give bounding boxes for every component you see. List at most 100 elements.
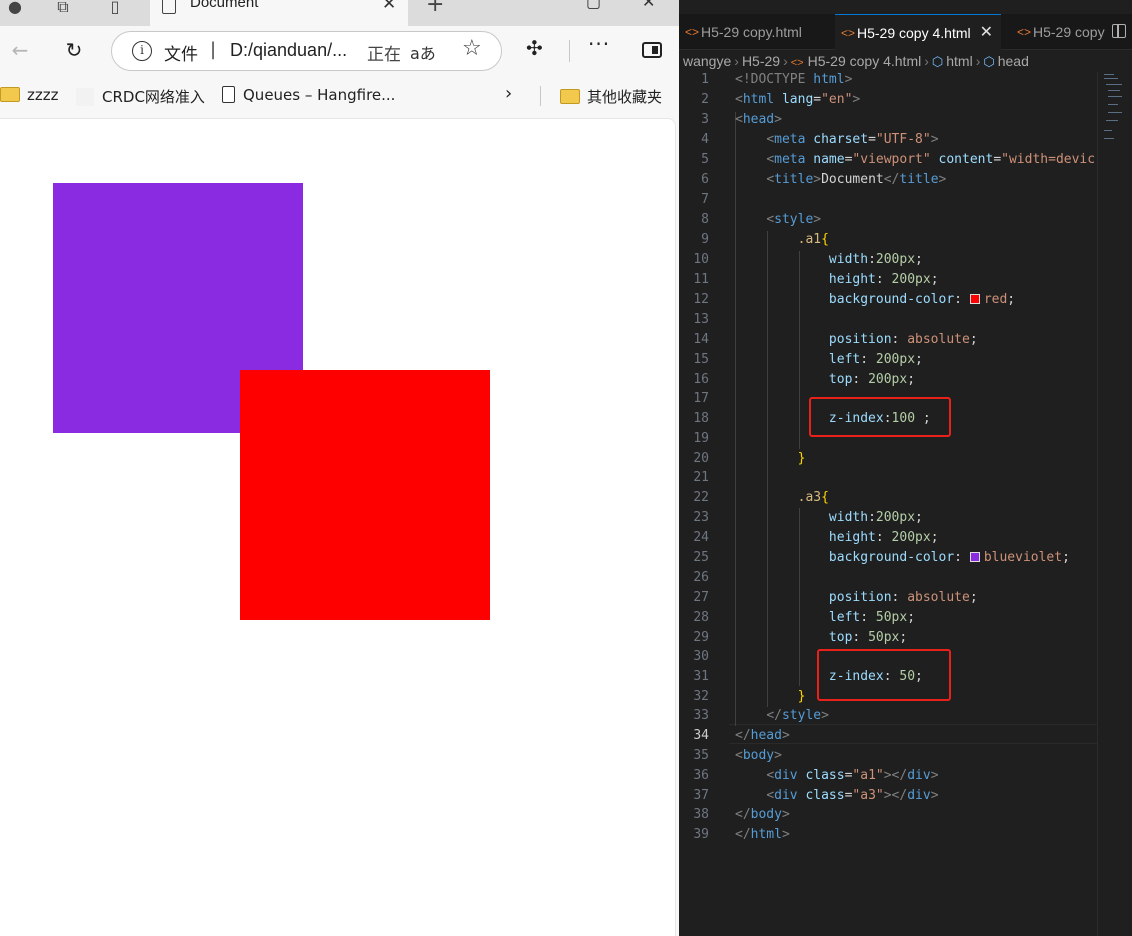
html-file-icon: <> (841, 26, 856, 40)
line-number: 7 (701, 192, 709, 207)
token: div (774, 768, 798, 783)
back-icon[interactable]: ← (6, 36, 34, 64)
read-aloud-icon[interactable]: aあ (410, 40, 436, 64)
token: absolute (907, 332, 970, 347)
favorite-item-zzzz[interactable]: zzzz (0, 86, 59, 106)
code-line-39: </html> (735, 827, 790, 842)
minimap-line (1104, 138, 1114, 139)
token: 50px (875, 610, 908, 625)
token: html (813, 72, 845, 87)
element-icon: ⬡ (931, 54, 944, 69)
html-file-icon: <> (790, 57, 804, 69)
split-editor-icon[interactable] (1112, 24, 1126, 38)
token: "en" (821, 92, 853, 107)
line-number: 29 (693, 630, 709, 645)
breadcrumb-item[interactable]: wangye (683, 53, 731, 69)
code-line-20: } (735, 451, 806, 466)
browser-window: ● ⧉ ▯ Document ✕ + ▢ ✕ ← ↻ i 文件 | D:/qia… (0, 0, 679, 936)
breadcrumb-item[interactable]: H5-29 copy 4.html (808, 53, 922, 69)
new-tab-icon[interactable]: + (426, 0, 444, 17)
token: html (742, 92, 775, 107)
line-number: 24 (693, 530, 709, 545)
refresh-icon[interactable]: ↻ (60, 36, 88, 64)
line-number: 35 (693, 748, 709, 763)
chevron-right-icon[interactable]: › (505, 83, 512, 104)
token: absolute (907, 590, 970, 605)
token: height (828, 530, 876, 545)
editor-tab-h5-29-copy[interactable]: <> H5-29 copy.html (679, 14, 825, 50)
token: .a1 (797, 232, 822, 247)
editor-tab-h5-29-copy-other[interactable]: <> H5-29 copy (1011, 14, 1107, 50)
breadcrumb-item[interactable]: head (998, 53, 1029, 69)
element-icon: ⬡ (983, 54, 995, 69)
token: { (821, 232, 829, 247)
favorite-star-icon[interactable]: ☆ (462, 36, 482, 61)
line-number: 36 (693, 768, 709, 783)
tab-title: Document (190, 0, 259, 11)
restore-window-icon[interactable]: ▢ (586, 0, 601, 11)
token: left (828, 352, 861, 367)
minimap[interactable] (1104, 72, 1124, 152)
code-line-16: top: 200px; (828, 372, 916, 387)
folder-icon (560, 89, 580, 104)
favorite-item-crdc[interactable]: CRDC网络准入 (76, 86, 205, 106)
token: meta (774, 152, 806, 167)
code-line-37: <div class="a3"></div> (766, 788, 939, 803)
breadcrumb-item[interactable]: H5-29 (742, 53, 780, 69)
line-number: 9 (701, 232, 709, 247)
favorite-item-queues[interactable]: Queues – Hangfire... (222, 86, 395, 106)
code-line-25: background-color: blueviolet; (828, 550, 1070, 565)
more-options-icon[interactable]: ··· (588, 32, 610, 56)
token: lang (781, 92, 814, 107)
token: head (750, 728, 782, 743)
code-line-38: </body> (735, 807, 790, 822)
color-swatch-blueviolet[interactable] (969, 552, 980, 562)
code-area[interactable]: 1 2 3 4 5 6 7 8 9 10 11 12 13 14 15 16 17 18 19 20 21 22 23 24 2… (679, 72, 1132, 936)
line-number: 21 (693, 470, 709, 485)
sidebar-toggle-icon[interactable] (642, 42, 662, 58)
favorite-item-other[interactable]: 其他收藏夹 (560, 86, 662, 106)
info-icon[interactable]: i (132, 41, 152, 61)
line-number: 25 (693, 550, 709, 565)
minimap-line (1108, 96, 1122, 97)
code-line-34: </head> (735, 728, 790, 743)
line-number: 4 (701, 132, 709, 147)
editor-tab-label: H5-29 copy.html (701, 24, 802, 40)
chevron-right-icon: › (975, 53, 981, 69)
breadcrumb-item[interactable]: html (946, 53, 972, 69)
editor-tab-h5-29-copy-4[interactable]: <> H5-29 copy 4.html ✕ (835, 14, 1001, 50)
address-url[interactable]: D:/qianduan/... (230, 40, 347, 61)
editor-tab-label: H5-29 copy 4.html (857, 25, 971, 41)
vertical-scrollbar[interactable] (1097, 72, 1098, 936)
close-tab-icon[interactable]: ✕ (382, 0, 396, 14)
token: > (844, 72, 853, 87)
token: class (805, 788, 845, 803)
code-line-10: width:200px; (828, 252, 923, 267)
code-line-27: position: absolute; (828, 590, 978, 605)
address-bar[interactable]: i 文件 | D:/qianduan/... 正在 aあ ☆ (111, 31, 502, 71)
chevron-right-icon: › (783, 53, 788, 69)
close-editor-tab-icon[interactable]: ✕ (980, 15, 993, 51)
token: Document (821, 172, 884, 187)
workspaces-icon[interactable]: ⧉ (52, 0, 74, 18)
close-window-icon[interactable]: ✕ (642, 0, 655, 11)
tab-actions-icon[interactable]: ▯ (104, 0, 126, 18)
line-number: 14 (693, 332, 709, 347)
file-icon (222, 86, 235, 103)
token: "width=devic (1001, 152, 1096, 167)
line-number: 23 (693, 510, 709, 525)
token: < (735, 92, 743, 107)
token: charset (813, 132, 869, 147)
profile-icon[interactable]: ● (4, 0, 26, 18)
color-swatch-red[interactable] (969, 294, 980, 304)
html-file-icon: <> (1017, 25, 1032, 39)
browser-tab-document[interactable]: Document ✕ (150, 0, 408, 26)
extensions-icon[interactable]: ✣ (526, 36, 543, 60)
line-number: 3 (701, 112, 709, 127)
token: width (828, 252, 869, 267)
token: top (828, 372, 853, 387)
line-number: 8 (701, 212, 709, 227)
code-line-36: <div class="a1"></div> (766, 768, 939, 783)
page-viewport (0, 118, 676, 936)
code-line-23: width:200px; (828, 510, 923, 525)
